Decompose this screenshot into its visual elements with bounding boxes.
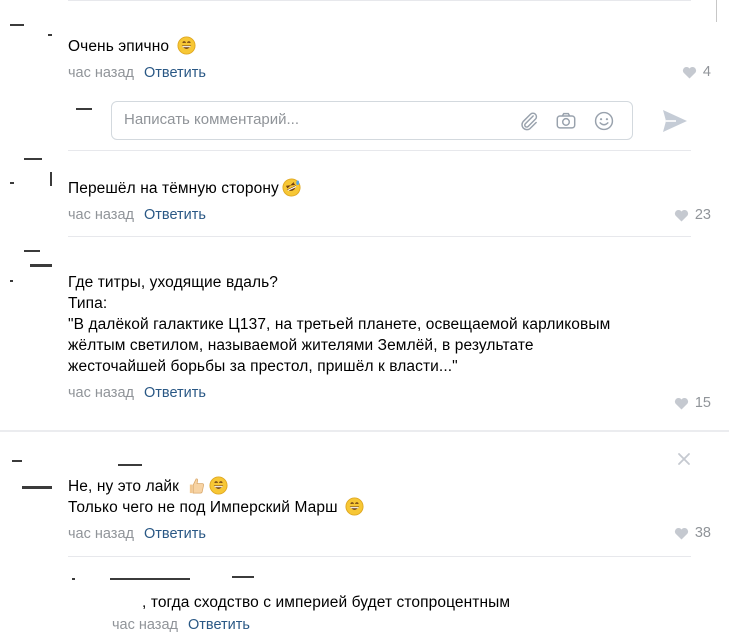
timestamp: час назад: [68, 65, 134, 81]
comment: Перешёл на тёмную сторону час назад Отве…: [68, 178, 708, 225]
reply-link[interactable]: Ответить: [144, 385, 206, 401]
avatar[interactable]: [22, 486, 52, 489]
like-button[interactable]: 4: [682, 64, 711, 80]
avatar[interactable]: [10, 280, 13, 282]
avatar[interactable]: [30, 264, 52, 267]
comment-line: жёлтым светилом, называемой жителями Зем…: [68, 337, 534, 354]
comment-line: Где титры, уходящие вдаль?: [68, 274, 279, 291]
camera-icon[interactable]: [555, 110, 577, 132]
comment-line: Только чего не под Имперский Марш: [68, 497, 708, 518]
avatar[interactable]: [50, 172, 52, 186]
timestamp: час назад: [68, 526, 134, 542]
attach-icon[interactable]: [518, 110, 540, 132]
comment-meta: час назад Ответить: [112, 615, 672, 635]
avatar[interactable]: [72, 578, 75, 580]
comment-body: , тогда сходство с империей будет стопро…: [142, 594, 511, 611]
heart-icon: [674, 397, 688, 410]
reply-link[interactable]: Ответить: [144, 65, 206, 81]
avatar[interactable]: [118, 464, 142, 466]
divider: [68, 236, 691, 237]
avatar[interactable]: [12, 460, 22, 462]
comment-body: Не, ну это лайк: [68, 478, 180, 495]
divider: [68, 150, 691, 151]
like-button[interactable]: 38: [674, 525, 711, 541]
comment-meta: час назад Ответить: [68, 63, 708, 83]
like-button[interactable]: 23: [674, 207, 711, 223]
comment-text: , тогда сходство с империей будет стопро…: [112, 592, 672, 613]
heart-icon: [682, 66, 697, 79]
close-icon[interactable]: [676, 451, 692, 467]
thumbs-up-emoji: [189, 478, 204, 494]
like-count: 38: [694, 525, 711, 541]
avatar[interactable]: [110, 578, 190, 580]
avatar[interactable]: [76, 108, 92, 110]
timestamp: час назад: [112, 617, 178, 633]
comment-line: "В далёкой галактике Ц137, на третьей пл…: [68, 316, 611, 333]
comment-input[interactable]: [124, 111, 504, 128]
divider: [68, 0, 691, 1]
comment: Не, ну это лайк Только чего не под Импер…: [68, 476, 708, 544]
like-count: 23: [694, 207, 711, 223]
comment-line: жесточайшей борьбы за престол, пришёл к …: [68, 358, 458, 375]
avatar[interactable]: [10, 182, 14, 184]
comment-line: Типа:: [68, 295, 108, 312]
comment-meta: час назад Ответить: [68, 383, 708, 403]
like-button[interactable]: 15: [674, 395, 711, 411]
divider: [716, 0, 717, 22]
comment: Очень эпично час назад Ответить: [68, 36, 708, 83]
avatar[interactable]: [48, 34, 52, 36]
comment-line: Не, ну это лайк: [68, 476, 708, 497]
comment-meta: час назад Ответить: [68, 524, 708, 544]
smile-icon[interactable]: [593, 110, 615, 132]
comment-body: Очень эпично: [68, 38, 170, 55]
avatar[interactable]: [232, 576, 254, 578]
reply-link[interactable]: Ответить: [144, 207, 206, 223]
reply-link[interactable]: Ответить: [188, 617, 250, 633]
grin-emoji: [177, 36, 196, 55]
timestamp: час назад: [68, 385, 134, 401]
heart-icon: [674, 527, 688, 540]
grin-emoji: [345, 497, 364, 516]
grin-emoji: [208, 476, 228, 495]
timestamp: час назад: [68, 207, 134, 223]
avatar[interactable]: [24, 158, 42, 160]
heart-icon: [674, 209, 688, 222]
like-count: 4: [702, 64, 711, 80]
comment-text: Где титры, уходящие вдаль? Типа: "В далё…: [68, 272, 708, 377]
comment-body: Перешёл на тёмную сторону: [68, 180, 279, 197]
comment: Где титры, уходящие вдаль? Типа: "В далё…: [68, 272, 708, 403]
like-count: 15: [694, 395, 711, 411]
divider: [68, 556, 691, 557]
comment-text: Очень эпично: [68, 36, 708, 57]
avatar[interactable]: [10, 24, 24, 26]
reply-link[interactable]: Ответить: [144, 526, 206, 542]
comment: , тогда сходство с империей будет стопро…: [112, 592, 672, 635]
divider: [0, 430, 729, 432]
comment-text: Не, ну это лайк Только чего не под Импер…: [68, 476, 708, 518]
rofl-emoji: [282, 178, 301, 197]
comment-input-box[interactable]: [111, 101, 633, 140]
comment-body: Только чего не под Имперский Марш: [68, 499, 338, 516]
comment-text: Перешёл на тёмную сторону: [68, 178, 708, 199]
send-icon[interactable]: [660, 107, 690, 135]
comment-meta: час назад Ответить: [68, 205, 708, 225]
avatar[interactable]: [24, 250, 40, 252]
